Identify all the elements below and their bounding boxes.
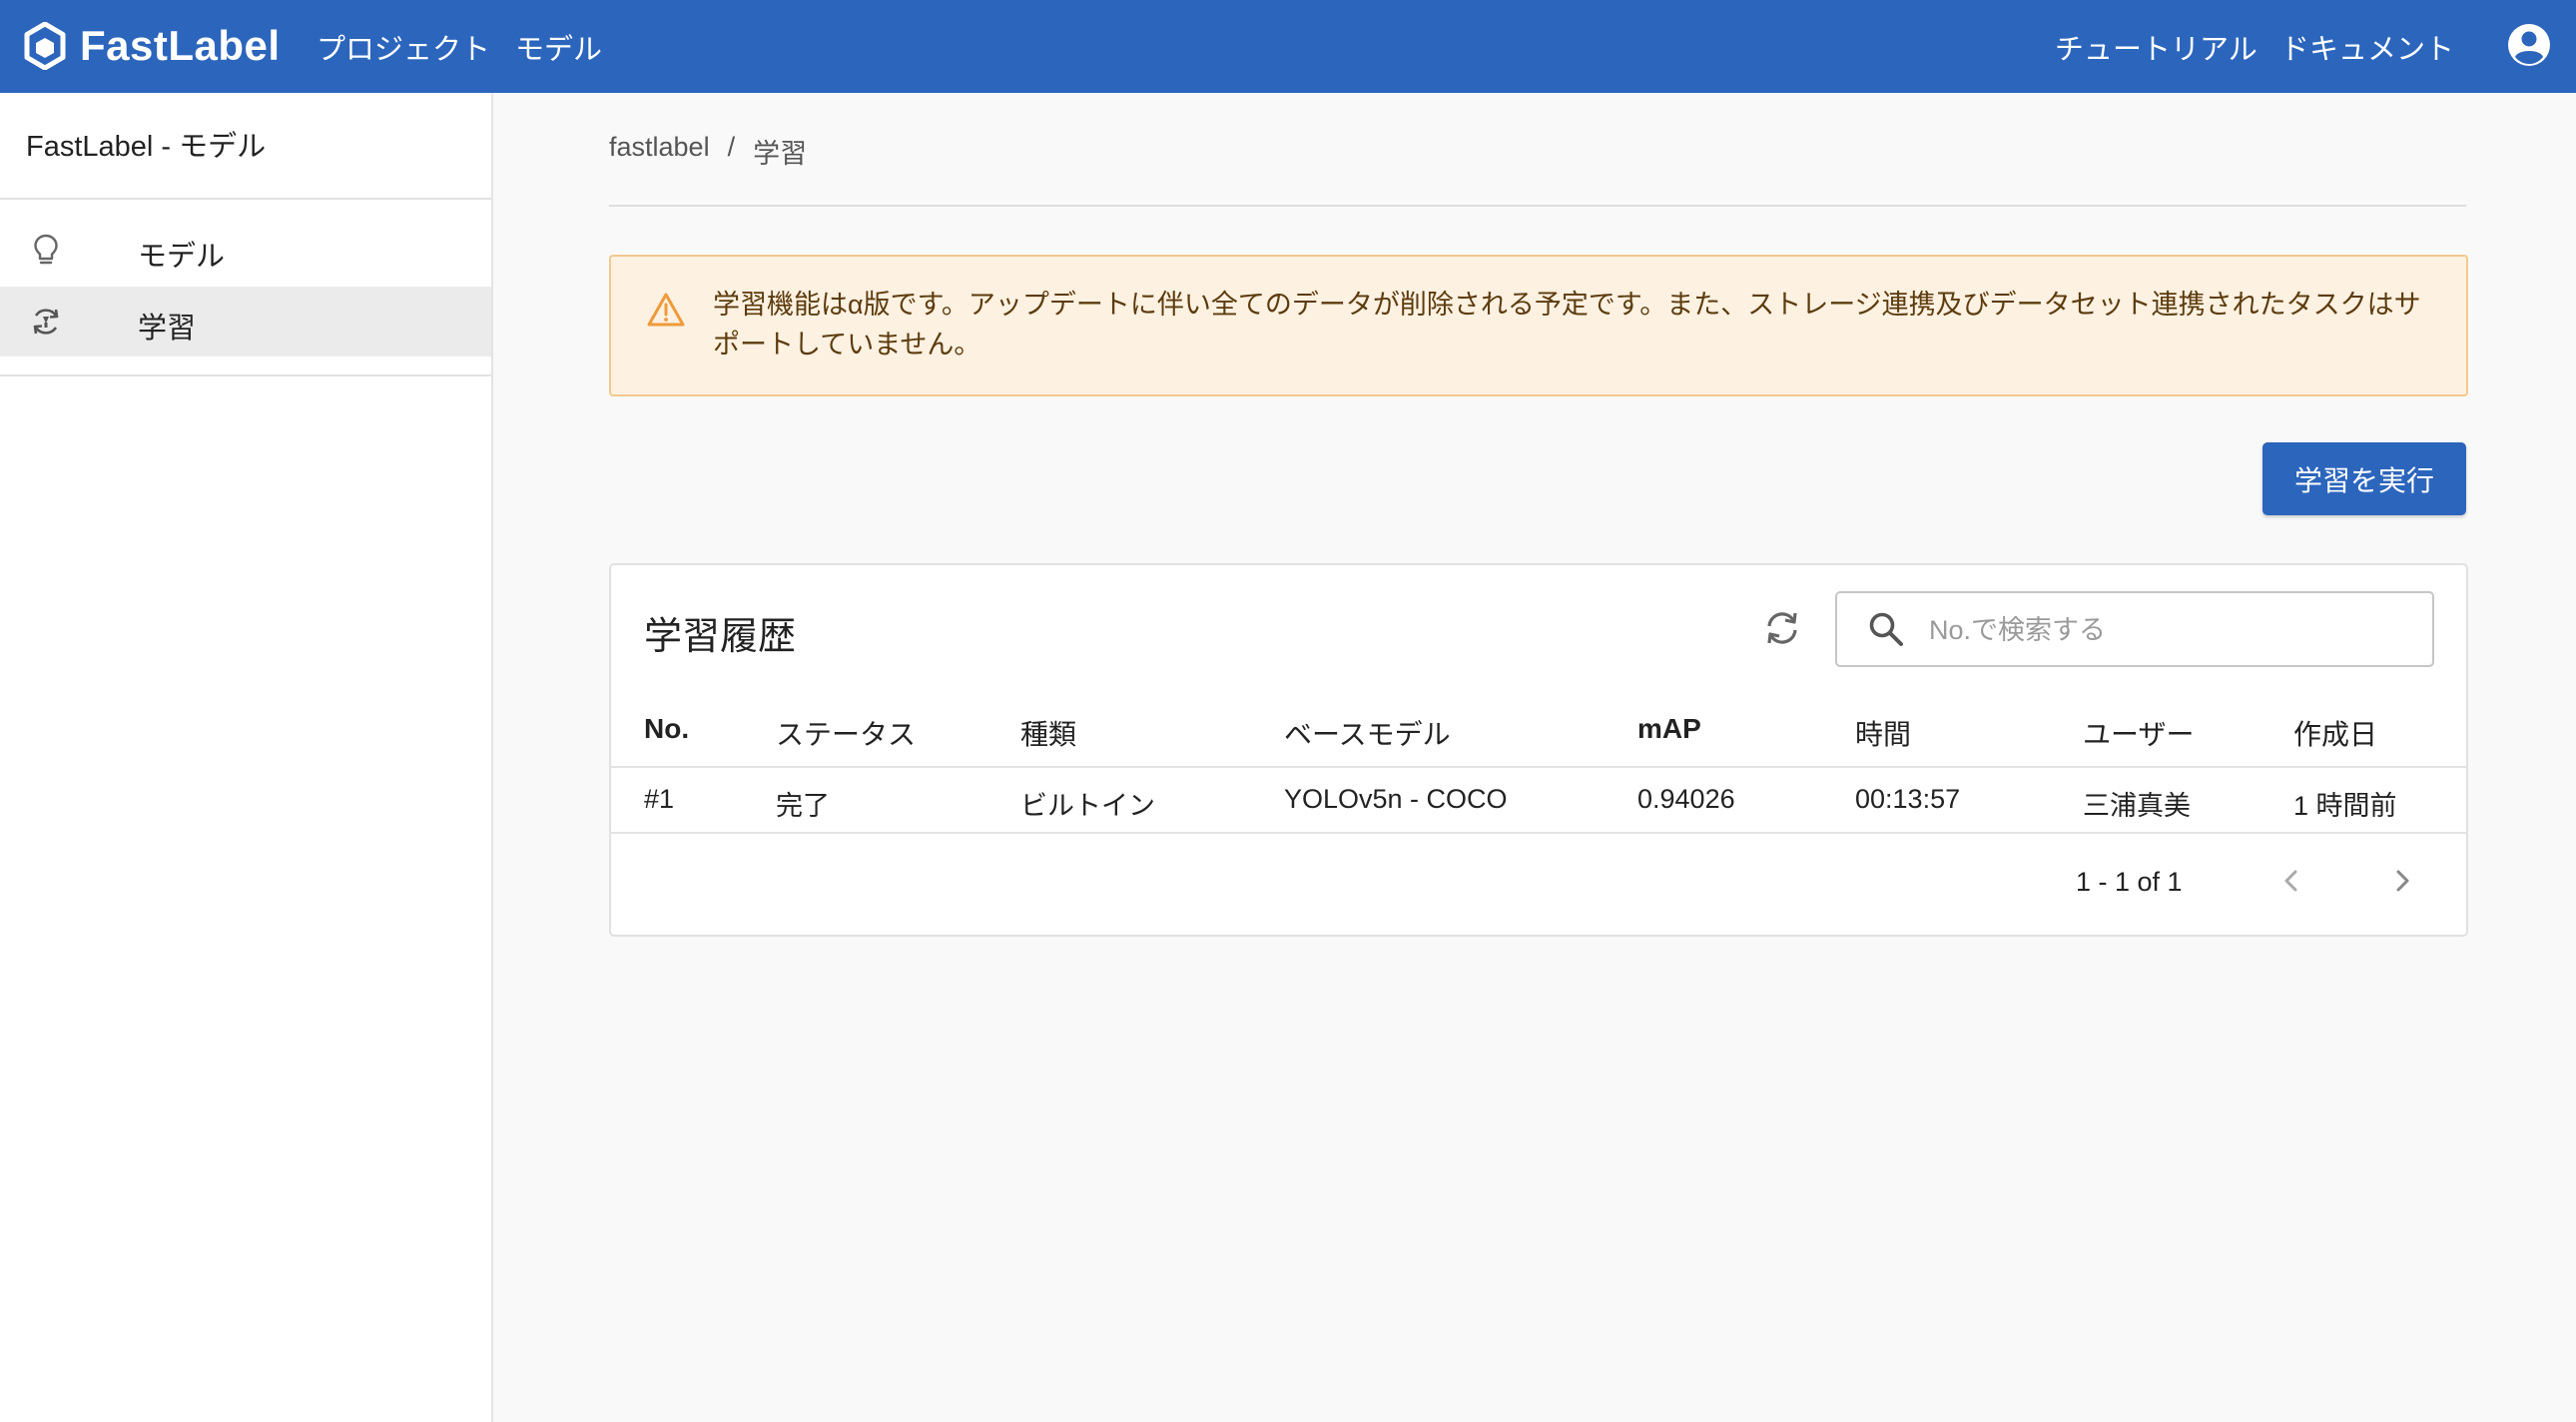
column-header-type[interactable]: 種類 [1020, 713, 1076, 753]
breadcrumb-current: 学習 [753, 139, 808, 169]
search-icon [1869, 612, 1903, 646]
column-header-map[interactable]: mAP [1637, 713, 1701, 745]
refresh-icon[interactable] [1761, 607, 1803, 649]
cell-base-model: YOLOv5n - COCO [1284, 784, 1508, 814]
sidebar-item-label: 学習 [138, 313, 197, 345]
cell-type: ビルトイン [1020, 791, 1155, 821]
sidebar-item-training[interactable]: 学習 [0, 287, 491, 356]
warning-icon [647, 293, 685, 327]
warning-alert: 学習機能はα版です。アップデートに伴い全てのデータが削除される予定です。また、ス… [609, 255, 2468, 396]
alert-message: 学習機能はα版です。アップデートに伴い全てのデータが削除される予定です。また、ス… [713, 290, 2421, 359]
hexagon-logo-icon [24, 22, 66, 70]
cell-no: #1 [644, 784, 675, 814]
cell-time: 00:13:57 [1855, 784, 1961, 814]
breadcrumb-root[interactable]: fastlabel [609, 132, 710, 171]
sidebar: FastLabel - モデル モデル 学習 [0, 93, 493, 1422]
cell-map: 0.94026 [1637, 784, 1735, 814]
nav-documents[interactable]: ドキュメント [2280, 26, 2454, 68]
cell-created: 1 時間前 [2293, 791, 2397, 821]
breadcrumb-separator: / [727, 132, 736, 162]
logo-text: FastLabel [80, 22, 281, 69]
fastlabel-logo[interactable]: FastLabel [24, 20, 281, 72]
training-history-card: 学習履歴 No. ステータス 種類 ベースモデル mAP 時間 ユーザー 作成日… [609, 563, 2468, 937]
nav-models[interactable]: モデル [515, 26, 602, 68]
lightbulb-icon [34, 234, 58, 265]
sidebar-item-label: モデル [138, 241, 226, 273]
training-cycle-icon [33, 309, 59, 335]
nav-tutorial[interactable]: チュートリアル [2055, 26, 2257, 68]
column-header-status[interactable]: ステータス [776, 713, 916, 753]
card-title: 学習履歴 [644, 616, 797, 658]
cell-status: 完了 [776, 791, 830, 821]
column-header-created[interactable]: 作成日 [2293, 713, 2377, 753]
column-header-base-model[interactable]: ベースモデル [1284, 713, 1451, 753]
column-header-no[interactable]: No. [644, 713, 689, 745]
sidebar-item-models[interactable]: モデル [0, 215, 491, 285]
cell-user: 三浦真美 [2083, 791, 2191, 821]
breadcrumb: fastlabel / 学習 [609, 132, 807, 171]
pagination-range: 1 - 1 of 1 [2076, 867, 2183, 897]
column-header-user[interactable]: ユーザー [2083, 713, 2194, 753]
sidebar-title: FastLabel - モデル [26, 131, 267, 163]
top-app-bar: FastLabel プロジェクト モデル チュートリアル ドキュメント [0, 0, 2576, 93]
nav-projects[interactable]: プロジェクト [317, 26, 490, 68]
chevron-left-icon[interactable] [2271, 861, 2311, 901]
table-divider [611, 832, 2466, 834]
run-training-button[interactable]: 学習を実行 [2262, 442, 2466, 515]
chevron-right-icon[interactable] [2382, 861, 2422, 901]
search-field[interactable] [1835, 591, 2434, 667]
column-header-time[interactable]: 時間 [1855, 713, 1911, 753]
sidebar-divider [0, 374, 491, 376]
main-divider [609, 205, 2466, 207]
account-circle-icon[interactable] [2506, 22, 2552, 68]
table-row[interactable]: #1 完了 ビルトイン YOLOv5n - COCO 0.94026 00:13… [611, 766, 2466, 832]
sidebar-divider [0, 198, 491, 200]
search-input[interactable] [1927, 607, 2410, 653]
